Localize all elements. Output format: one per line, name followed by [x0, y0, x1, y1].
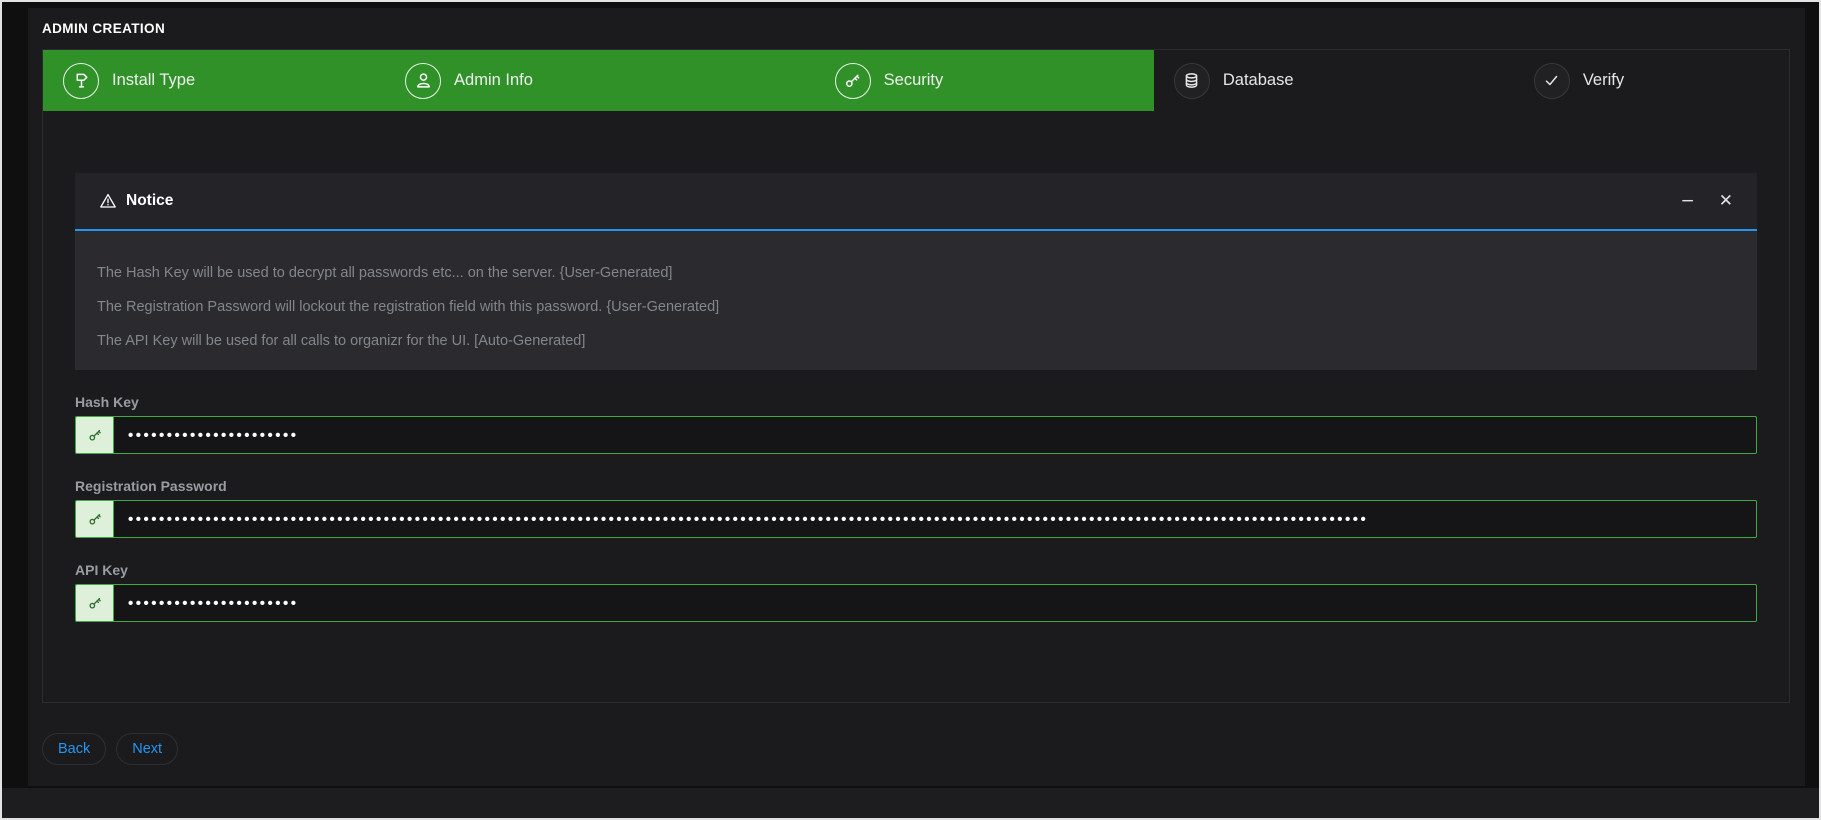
step-verify[interactable]: Verify — [1514, 50, 1789, 111]
database-icon — [1174, 63, 1210, 99]
page-title: ADMIN CREATION — [42, 21, 1805, 36]
registration-password-field: ••••••••••••••••••••••••••••••••••••••••… — [75, 500, 1757, 538]
notice-line: The API Key will be used for all calls t… — [97, 324, 1735, 358]
wizard-steps: Install Type Admin Info Security Databas… — [43, 50, 1789, 111]
step-security[interactable]: Security — [815, 50, 1154, 111]
back-button[interactable]: Back — [42, 733, 106, 765]
notice-line: The Registration Password will lockout t… — [97, 290, 1735, 324]
close-icon[interactable]: ✕ — [1719, 193, 1733, 210]
api-key-label: API Key — [75, 562, 1757, 578]
warning-icon — [99, 192, 117, 210]
wizard-card: Install Type Admin Info Security Databas… — [42, 49, 1790, 703]
check-icon — [1534, 63, 1570, 99]
step-database[interactable]: Database — [1154, 50, 1514, 111]
key-icon — [75, 584, 113, 622]
main-content: ADMIN CREATION Install Type Admin Info S — [28, 8, 1805, 786]
notice-panel: Notice − ✕ The Hash Key will be used to … — [75, 173, 1757, 370]
registration-password-input[interactable]: ••••••••••••••••••••••••••••••••••••••••… — [113, 500, 1757, 538]
notice-body: The Hash Key will be used to decrypt all… — [75, 231, 1757, 370]
wizard-actions: Back Next — [42, 733, 1805, 765]
registration-password-label: Registration Password — [75, 478, 1757, 494]
key-icon — [835, 63, 871, 99]
step-label: Database — [1223, 71, 1294, 90]
notice-controls: − ✕ — [1681, 193, 1734, 210]
hash-key-label: Hash Key — [75, 394, 1757, 410]
minimize-icon[interactable]: − — [1681, 193, 1695, 210]
api-key-field: •••••••••••••••••••••• — [75, 584, 1757, 622]
hash-key-input[interactable]: •••••••••••••••••••••• — [113, 416, 1757, 454]
signpost-icon — [63, 63, 99, 99]
api-key-input[interactable]: •••••••••••••••••••••• — [113, 584, 1757, 622]
hash-key-field: •••••••••••••••••••••• — [75, 416, 1757, 454]
step-label: Admin Info — [454, 71, 533, 90]
step-label: Security — [884, 71, 944, 90]
key-icon — [75, 416, 113, 454]
step-admin-info[interactable]: Admin Info — [385, 50, 815, 111]
notice-header: Notice − ✕ — [75, 173, 1757, 231]
wizard-step-content: Notice − ✕ The Hash Key will be used to … — [43, 111, 1789, 702]
notice-line: The Hash Key will be used to decrypt all… — [97, 256, 1735, 290]
step-label: Install Type — [112, 71, 195, 90]
step-label: Verify — [1583, 71, 1624, 90]
next-button[interactable]: Next — [116, 733, 178, 765]
key-icon — [75, 500, 113, 538]
user-icon — [405, 63, 441, 99]
step-install-type[interactable]: Install Type — [43, 50, 385, 111]
footer-bar — [2, 788, 1819, 818]
notice-title: Notice — [126, 192, 173, 210]
